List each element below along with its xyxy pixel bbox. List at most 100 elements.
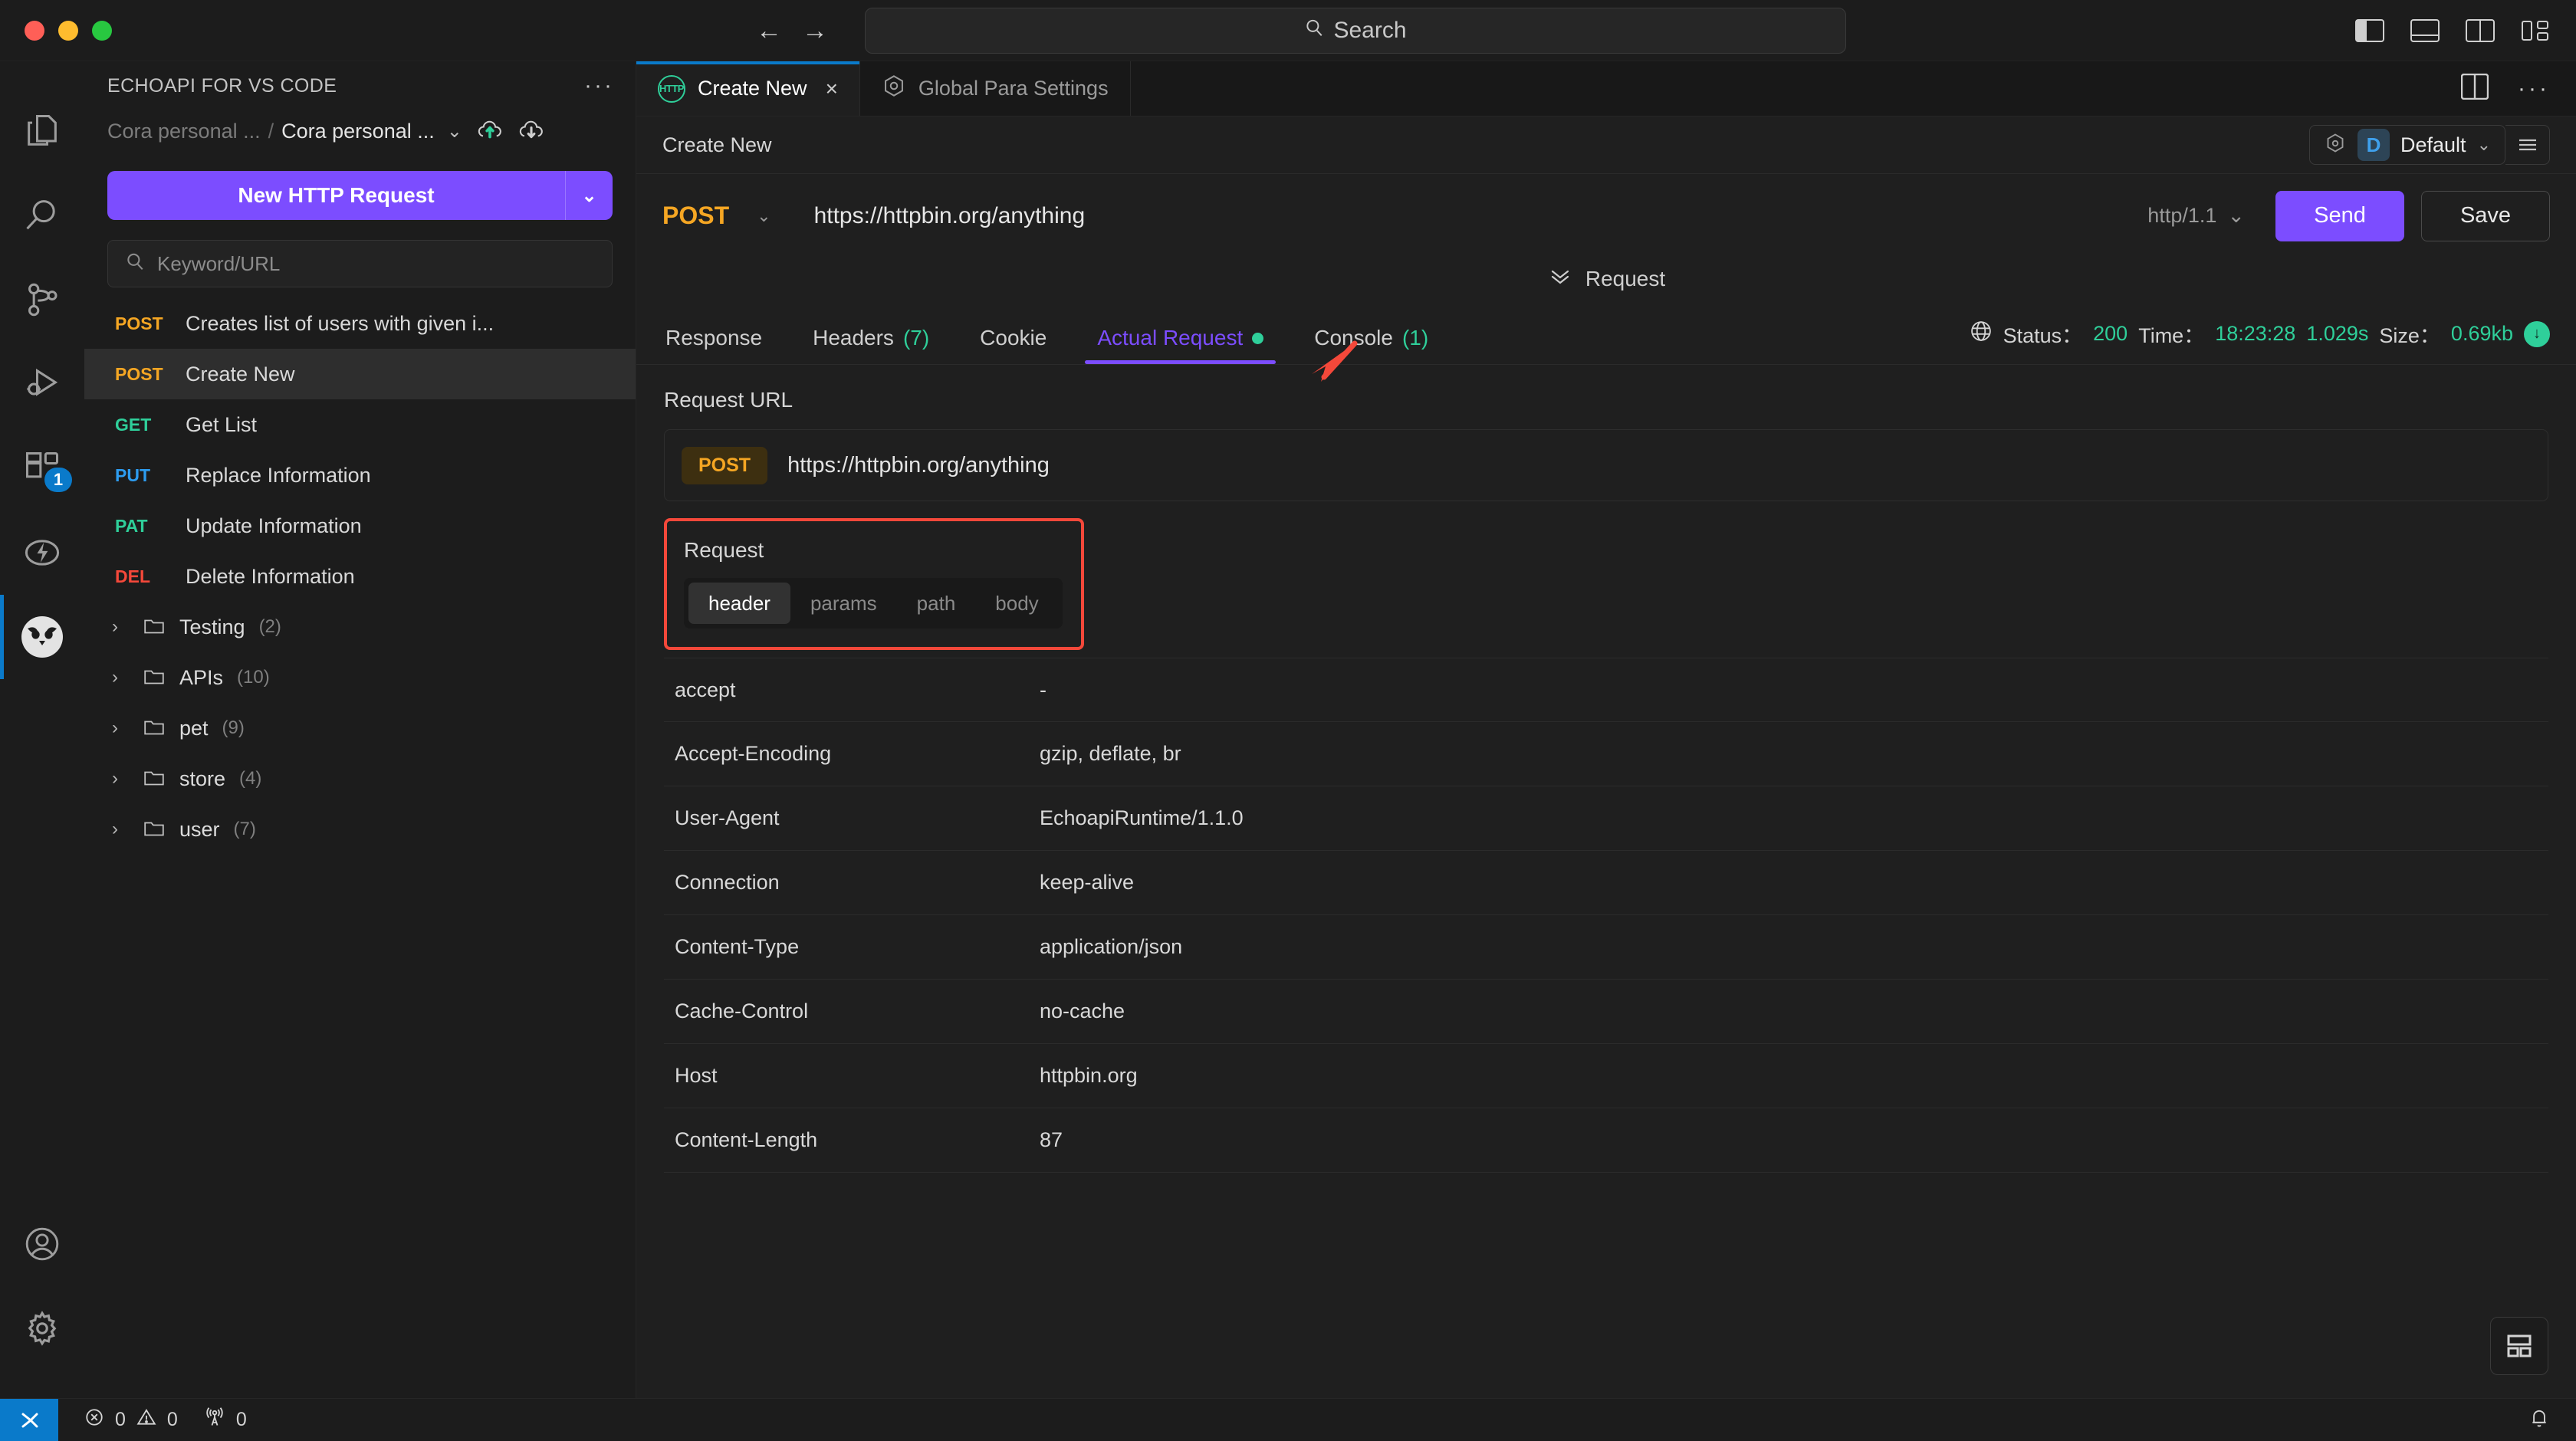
segment-path[interactable]: path [897,583,976,624]
command-search-input[interactable]: Search [865,7,1846,54]
http-method-select[interactable]: POST ⌄ [662,202,788,230]
tab-cookie[interactable]: Cookie [977,326,1050,364]
folder-icon [143,767,166,791]
protocol-select[interactable]: http/1.1 ⌄ [2147,204,2245,228]
folder-count: (7) [233,819,256,839]
cloud-upload-icon[interactable] [476,118,504,145]
download-circle-icon[interactable]: ↓ [2524,320,2550,347]
customize-layout-icon[interactable] [2521,19,2550,42]
tab-count: (1) [1401,326,1429,350]
folder-item[interactable]: › user (7) [84,804,636,855]
list-item[interactable]: DEL Delete Information [84,551,636,602]
search-icon[interactable] [0,173,84,258]
chevron-down-icon[interactable]: ⌄ [447,120,462,143]
list-item[interactable]: PUT Replace Information [84,450,636,501]
bell-icon[interactable] [2528,1407,2576,1433]
accounts-icon[interactable] [0,1202,84,1286]
tab-console[interactable]: Console (1) [1311,326,1431,364]
ports-status[interactable]: 0 [204,1407,247,1433]
toggle-secondary-sidebar-icon[interactable] [2466,18,2495,42]
new-request-dropdown-chevron-down-icon[interactable]: ⌄ [565,171,613,220]
echoapi-owl-icon[interactable] [0,595,84,679]
tab-create-new[interactable]: HTTP Create New × [636,61,860,116]
toggle-primary-sidebar-icon[interactable] [2355,18,2384,42]
run-and-debug-icon[interactable] [0,342,84,426]
close-icon[interactable]: × [826,77,838,101]
request-method-badge: PAT [115,515,148,536]
layout-controls[interactable] [2355,18,2550,42]
breadcrumb-parent[interactable]: Cora personal ... [107,120,261,143]
arrow-left-icon[interactable]: ← [756,18,782,44]
folder-item[interactable]: › Testing (2) [84,602,636,652]
source-control-icon[interactable] [0,258,84,342]
split-editor-icon[interactable] [2460,73,2489,103]
environment-selector[interactable]: D Default ⌄ [2309,125,2505,165]
env-settings-icon[interactable] [2324,132,2347,159]
save-button[interactable]: Save [2421,190,2550,241]
folder-item[interactable]: › APIs (10) [84,652,636,703]
remote-window-icon[interactable] [0,1398,58,1441]
segment-params[interactable]: params [790,583,897,624]
status-bar: 0 0 0 [0,1398,2576,1441]
chevron-down-icon[interactable]: ⌄ [2477,135,2491,155]
chevron-right-icon[interactable]: › [112,768,129,789]
header-value: httpbin.org [1040,1064,1138,1087]
editor-area: HTTP Create New × Global Para Settings ·… [636,61,2576,1398]
tab-label: Create New [698,77,807,100]
warning-icon [136,1407,156,1433]
table-row: Cache-Control no-cache [664,980,2548,1044]
list-item[interactable]: PAT Update Information [84,501,636,551]
problems-status[interactable]: 0 0 [84,1407,178,1433]
sidebar-more-icon[interactable]: ··· [584,73,614,99]
tab-label: Cookie [980,326,1047,350]
url-input[interactable]: https://httpbin.org/anything [788,203,2148,229]
tab-response[interactable]: Response [662,326,765,364]
request-name: Create New [186,362,295,386]
table-row: User-Agent EchoapiRuntime/1.1.0 [664,786,2548,851]
list-item[interactable]: GET Get List [84,399,636,450]
toggle-panel-icon[interactable] [2410,18,2440,42]
cloud-download-icon[interactable] [518,118,545,145]
chevron-right-icon[interactable]: › [112,667,129,688]
list-item[interactable]: POST Create New [84,349,636,399]
explorer-icon[interactable] [0,89,84,173]
list-item[interactable]: POST Creates list of users with given i.… [84,298,636,349]
modified-dot-icon [1252,332,1264,344]
segment-header[interactable]: header [688,583,790,624]
extensions-icon[interactable]: 1 [0,426,84,510]
layout-grid-icon[interactable] [2490,1317,2548,1375]
breadcrumb-current[interactable]: Cora personal ... [281,120,435,143]
navigation-arrows[interactable]: ← → [756,18,828,44]
new-http-request-button[interactable]: New HTTP Request ⌄ [107,171,613,220]
env-badge: D [2358,129,2390,161]
chevron-down-icon[interactable]: ⌄ [757,206,770,226]
minimize-window-button[interactable] [58,20,78,41]
chevron-down-icon[interactable]: ⌄ [2227,204,2245,228]
tab-headers[interactable]: Headers (7) [810,326,932,364]
vscode-window: ← → Search 1 ECHOAPI FOR VS CODE ··· Cor… [0,0,2576,1441]
chevron-right-icon[interactable]: › [112,717,129,739]
chevron-double-down-icon[interactable] [1547,266,1573,293]
tab-global-para-settings[interactable]: Global Para Settings [859,61,1131,116]
hamburger-menu-icon[interactable] [2505,125,2550,165]
more-actions-icon[interactable]: ··· [2518,76,2550,102]
folder-item[interactable]: › store (4) [84,753,636,804]
sidebar-search-input[interactable]: Keyword/URL [107,240,613,287]
header-value: application/json [1040,935,1183,958]
segment-body[interactable]: body [975,583,1058,624]
header-key: Cache-Control [675,1000,809,1022]
arrow-right-icon[interactable]: → [802,18,828,44]
breadcrumb[interactable]: Cora personal ... / Cora personal ... ⌄ [84,110,636,153]
window-controls[interactable] [0,20,112,41]
chevron-right-icon[interactable]: › [112,819,129,840]
close-window-button[interactable] [25,20,44,41]
tab-actual-request[interactable]: Actual Request [1085,326,1276,364]
chevron-right-icon[interactable]: › [112,616,129,638]
maximize-window-button[interactable] [92,20,112,41]
actual-request-content: Request URL POST https://httpbin.org/any… [636,365,2576,1398]
lightning-icon[interactable] [0,510,84,595]
send-button[interactable]: Send [2275,190,2404,241]
settings-gear-icon[interactable] [0,1286,84,1370]
folder-item[interactable]: › pet (9) [84,703,636,753]
request-collapse-toggle[interactable]: Request [636,258,2576,300]
